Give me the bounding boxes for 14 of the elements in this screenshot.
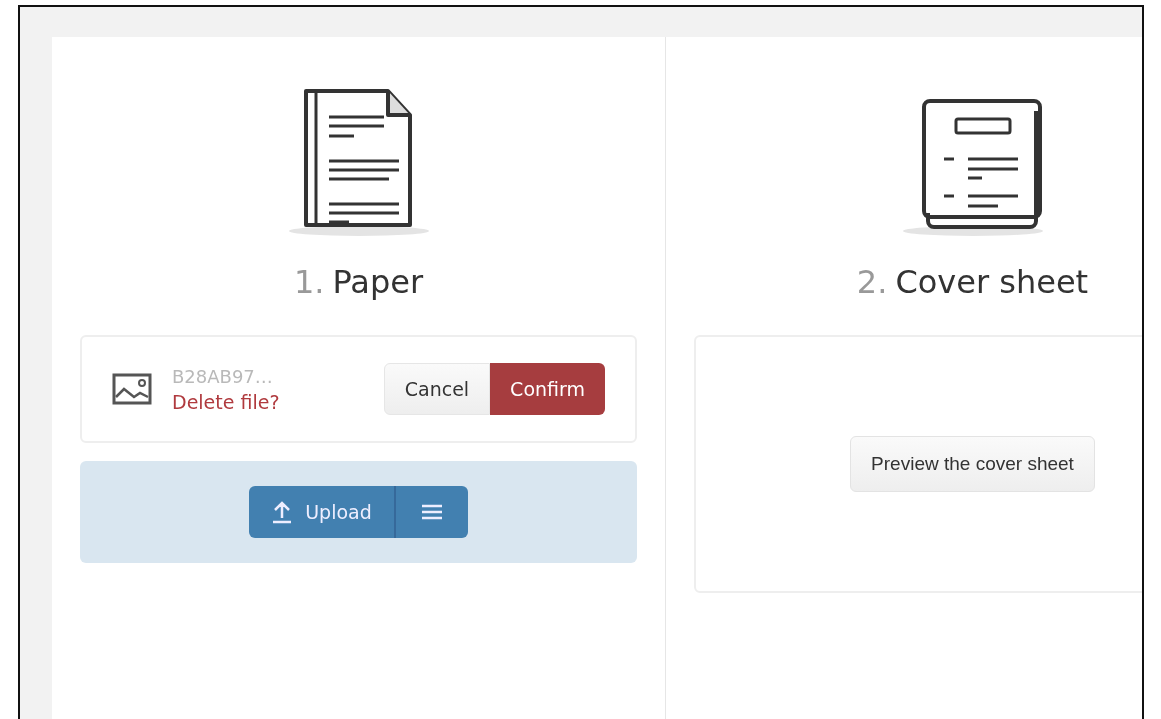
image-file-icon: [112, 373, 152, 405]
menu-button[interactable]: [393, 486, 468, 538]
step-number: 1.: [293, 263, 325, 301]
delete-prompt: Delete file?: [172, 390, 281, 413]
step-title: Paper: [332, 263, 424, 301]
step-number: 2.: [856, 263, 888, 301]
step-title: Cover sheet: [895, 263, 1089, 301]
cancel-button[interactable]: Cancel: [383, 363, 491, 415]
upload-button[interactable]: Upload: [249, 486, 394, 538]
file-name: B28AB97…: [172, 365, 274, 387]
upload-icon: [271, 500, 294, 524]
menu-icon: [421, 504, 442, 520]
preview-button[interactable]: Preview the cover sheet: [850, 436, 1095, 492]
confirm-button[interactable]: Confirm: [490, 363, 605, 415]
